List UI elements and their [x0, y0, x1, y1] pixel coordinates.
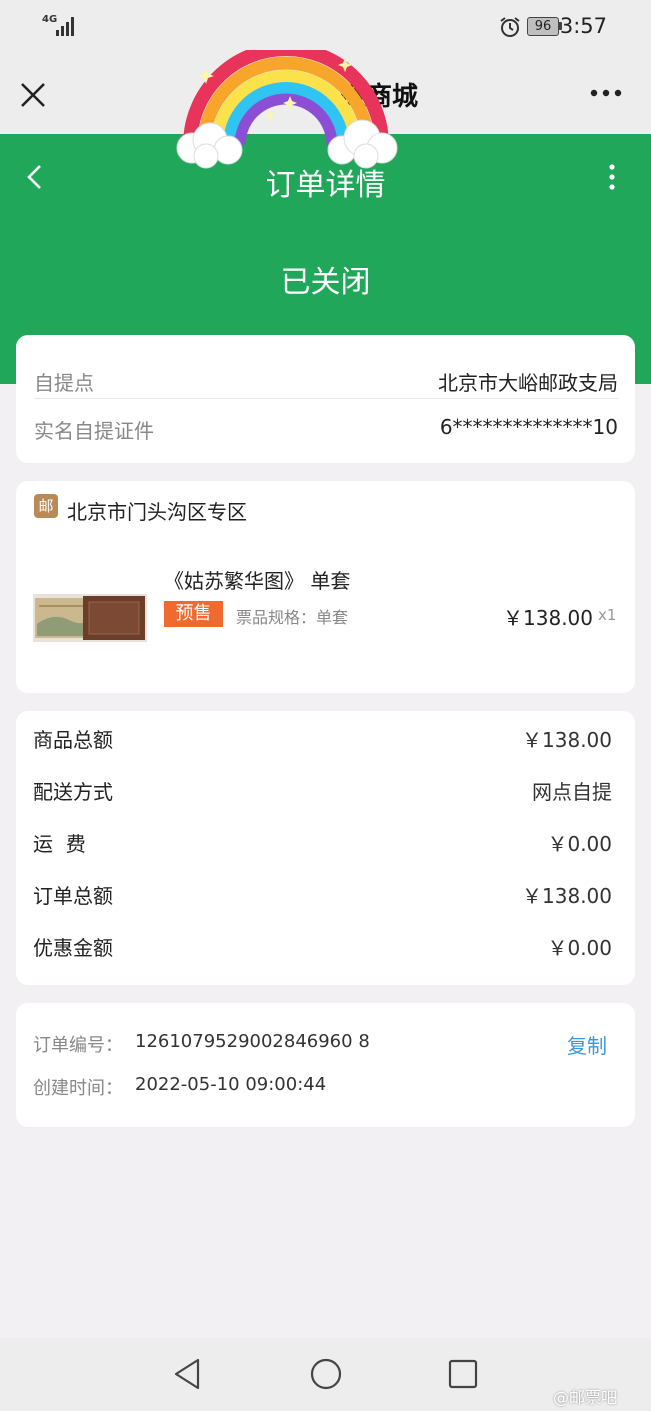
summary-value: ￥138.00 — [522, 884, 612, 908]
summary-value: ￥138.00 — [522, 728, 612, 752]
summary-label: 订单总额 — [33, 884, 113, 908]
battery-icon: 96 — [527, 17, 562, 36]
summary-label: 运 费 — [33, 832, 86, 856]
more-icon[interactable] — [588, 86, 624, 100]
pickup-point-value: 北京市大峪邮政支局 — [438, 371, 618, 395]
nav-home-icon[interactable] — [309, 1357, 343, 1391]
watermark: @邮票吧 — [553, 1388, 618, 1407]
clock: 3:57 — [559, 14, 607, 38]
summary-value: ￥0.00 — [547, 936, 612, 960]
product-qty: x1 — [598, 606, 617, 624]
product-title[interactable]: 《姑苏繁华图》 单套 — [164, 565, 350, 594]
post-office-icon: 邮 — [34, 494, 58, 518]
close-icon[interactable] — [18, 80, 48, 110]
summary-value: ￥0.00 — [547, 832, 612, 856]
order-number: 1261079529002846960 8 — [135, 1031, 370, 1052]
rainbow-sticker — [176, 50, 398, 169]
nav-back-icon[interactable] — [172, 1357, 202, 1391]
summary-label: 配送方式 — [33, 780, 113, 804]
created-time-label: 创建时间： — [33, 1078, 123, 1099]
nav-recents-icon[interactable] — [448, 1359, 478, 1389]
kebab-menu-icon[interactable] — [605, 162, 619, 192]
summary-label: 优惠金额 — [33, 936, 113, 960]
pickup-point-label: 自提点 — [34, 371, 94, 395]
alarm-icon — [500, 17, 520, 37]
product-price: ￥138.00 — [503, 606, 593, 630]
order-status: 已关闭 — [280, 265, 371, 300]
order-info-card — [16, 1003, 635, 1127]
summary-label: 商品总额 — [33, 728, 113, 752]
product-spec: 票品规格：单套 — [236, 608, 349, 627]
summary-value: 网点自提 — [532, 780, 612, 804]
pickup-id-label: 实名自提证件 — [34, 419, 154, 443]
copy-button[interactable]: 复制 — [567, 1030, 607, 1059]
battery-level: 96 — [527, 17, 559, 36]
product-thumbnail[interactable] — [33, 594, 147, 642]
pickup-id-value: 6**************10 — [439, 415, 618, 439]
created-time: 2022-05-10 09:00:44 — [135, 1074, 327, 1095]
store-name[interactable]: 北京市门头沟区专区 — [67, 496, 247, 525]
signal-icon — [56, 17, 74, 36]
order-number-label: 订单编号： — [33, 1035, 123, 1056]
divider — [34, 398, 618, 399]
presale-tag: 预售 — [164, 601, 223, 627]
